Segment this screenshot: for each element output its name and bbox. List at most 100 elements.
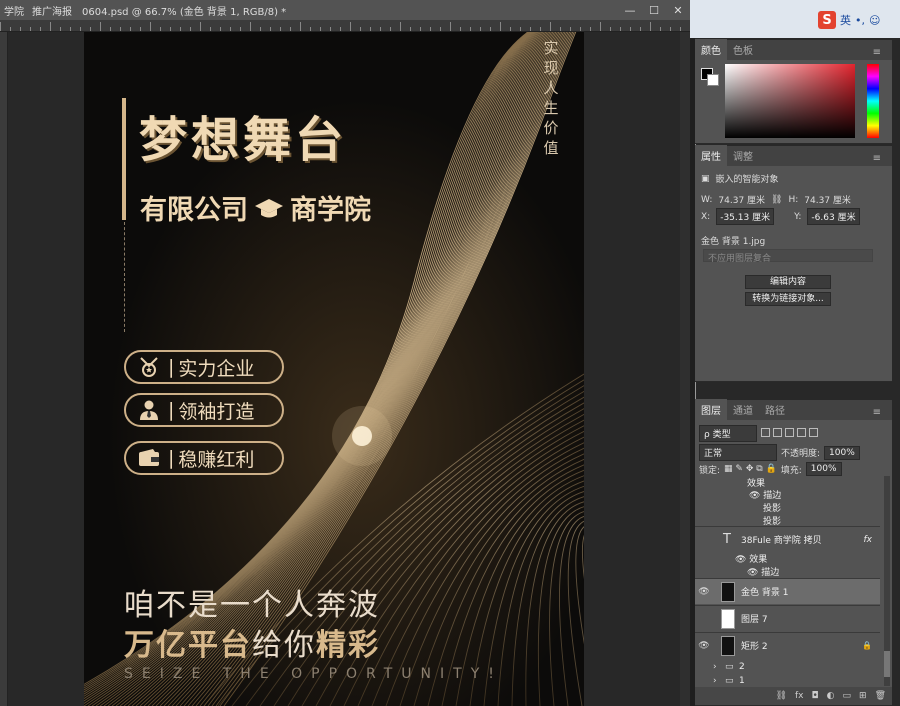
close-button[interactable]: ✕ <box>666 0 690 20</box>
mask-icon[interactable]: ◘ <box>812 691 819 701</box>
layer-effects-row[interactable]: 👁 效果 <box>695 552 880 565</box>
lock-row: 锁定: ▦ ✎ ✥ ⧉ 🔒 填充: 100% <box>699 462 842 476</box>
ime-punct[interactable]: •, <box>855 14 865 27</box>
color-field[interactable] <box>725 64 855 138</box>
convert-linked-button[interactable]: 转换为链接对象... <box>745 292 831 306</box>
layer-gold-background[interactable]: 👁 金色 背景 1 <box>695 578 880 604</box>
text-filter-icon[interactable] <box>785 427 794 437</box>
fx-icon[interactable]: fx <box>795 691 804 701</box>
layer-thumbnail <box>721 608 735 629</box>
document-title[interactable]: 0604.psd @ 66.7% (金色 背景 1, RGB/8) * <box>76 3 292 18</box>
poster-canvas[interactable]: RAMV 实现人生价值 梦想舞台 有限公司 商学院 | 实力企业 <box>84 32 584 706</box>
w-field[interactable]: 74.37 厘米 <box>718 193 765 206</box>
slogan-line-2: 万亿平台给你精彩 <box>124 620 380 664</box>
document-tab-bar: 学院 推广海报 0604.psd @ 66.7% (金色 背景 1, RGB/8… <box>0 0 690 20</box>
adjustment-icon[interactable]: ◐ <box>827 691 835 701</box>
lock-icons[interactable]: ▦ ✎ ✥ ⧉ 🔒 <box>724 464 777 474</box>
tab-paths[interactable]: 路径 <box>759 399 791 420</box>
group-icon[interactable]: ▭ <box>843 691 852 701</box>
horizontal-ruler[interactable] <box>0 20 690 32</box>
company-text: 有限公司 <box>140 195 248 226</box>
eye-icon[interactable]: 👁 <box>747 568 761 578</box>
crumb-promo[interactable]: 推广海报 <box>28 3 76 18</box>
folder-icon: ▭ <box>725 662 734 672</box>
chevron-right-icon[interactable]: › <box>713 662 725 672</box>
y-field[interactable]: -6.63 厘米 <box>807 208 860 225</box>
poster-title: 梦想舞台 <box>139 112 348 168</box>
layers-scroll-thumb[interactable] <box>884 651 890 677</box>
pixel-filter-icon[interactable] <box>761 427 770 437</box>
emoji-icon[interactable]: ☺ <box>869 14 880 27</box>
eye-icon[interactable]: 👁 <box>749 491 763 501</box>
tab-layers[interactable]: 图层 <box>695 399 727 420</box>
tab-adjustments[interactable]: 调整 <box>727 145 759 166</box>
opacity-field[interactable]: 100% <box>824 445 860 460</box>
slogan-gold-b: 精彩 <box>316 628 380 663</box>
layer-stroke-row[interactable]: 👁 描边 <box>695 565 880 578</box>
layer-rect-2[interactable]: 👁 矩形 2 🔒 <box>695 632 880 658</box>
slogan-gold-a: 万亿平台 <box>124 628 252 663</box>
file-name-row: 金色 背景 1.jpg <box>701 234 765 247</box>
panel-menu-icon[interactable]: ≡ <box>867 44 887 61</box>
pill-leader: | 领袖打造 <box>124 393 284 427</box>
layer-thumbnail <box>721 581 735 602</box>
ime-toolbar[interactable]: S 英 •, ☺ <box>818 10 900 30</box>
x-field[interactable]: -35.13 厘米 <box>716 208 775 225</box>
fx-icon[interactable]: fx <box>864 535 873 545</box>
tab-color[interactable]: 颜色 <box>695 39 727 60</box>
position-row: X: -35.13 厘米 Y: -6.63 厘米 <box>701 208 860 225</box>
chevron-right-icon[interactable]: › <box>713 676 725 686</box>
panel-menu-icon[interactable]: ≡ <box>867 150 887 167</box>
tab-channels[interactable]: 通道 <box>727 399 759 420</box>
layer-text-copy[interactable]: T 38Fule 商学院 拷贝 fx <box>695 526 880 552</box>
layer-stroke-row[interactable]: 👁 描边 <box>695 488 880 501</box>
fill-field[interactable]: 100% <box>805 462 842 476</box>
maximize-button[interactable]: ☐ <box>642 0 666 20</box>
minimize-button[interactable]: — <box>618 0 642 20</box>
poster-subtitle: 有限公司 商学院 <box>140 188 371 227</box>
fill-label: 填充: <box>780 465 802 476</box>
layer-7[interactable]: 图层 7 <box>695 605 880 631</box>
tab-swatches[interactable]: 色板 <box>727 39 759 60</box>
eye-icon[interactable]: 👁 <box>735 555 749 565</box>
adjust-filter-icon[interactable] <box>773 427 782 437</box>
link-icon[interactable]: ⛓ <box>771 195 782 205</box>
blend-mode-select[interactable]: 正常 <box>699 444 777 461</box>
h-field[interactable]: 74.37 厘米 <box>804 193 851 206</box>
filter-icons <box>761 427 821 440</box>
slogan-line-1: 咱不是一个人奔波 <box>124 588 380 623</box>
filter-kind-select[interactable]: ρ 类型 <box>699 425 757 442</box>
hue-slider[interactable] <box>867 64 879 138</box>
properties-panel: 属性 调整 ≡ ▣ 嵌入的智能对象 W: 74.37 厘米 ⛓ H: 74.37… <box>695 145 892 382</box>
layer-thumbnail <box>721 635 735 656</box>
eye-icon[interactable]: 👁 <box>695 587 713 597</box>
layer-shadow-row[interactable]: 投影 <box>695 501 880 514</box>
background-color[interactable] <box>707 74 719 86</box>
color-panel: 颜色 色板 ≡ <box>695 39 892 144</box>
canvas-area[interactable]: RAMV 实现人生价值 梦想舞台 有限公司 商学院 | 实力企业 <box>9 32 680 706</box>
smart-filter-icon[interactable] <box>809 427 818 437</box>
canvas-scrollbar[interactable] <box>680 32 696 706</box>
crumb-academy[interactable]: 学院 <box>0 3 28 18</box>
medal-icon <box>136 355 162 379</box>
edit-contents-button[interactable]: 编辑内容 <box>745 275 831 289</box>
sogou-logo-icon[interactable]: S <box>818 11 836 29</box>
vertical-ruler[interactable] <box>0 32 8 706</box>
layer-comp-select[interactable]: 不应用图层复合 <box>703 249 873 264</box>
smart-object-label: 嵌入的智能对象 <box>715 175 779 185</box>
trash-icon[interactable]: 🗑 <box>875 691 886 701</box>
shape-filter-icon[interactable] <box>797 427 806 437</box>
group-1[interactable]: › ▭ 1 <box>695 675 880 687</box>
leader-icon <box>136 398 162 422</box>
new-layer-icon[interactable]: ⊞ <box>859 691 867 701</box>
layers-panel: 图层 通道 路径 ≡ ρ 类型 正常 不透明度: 100% 锁定: ▦ ✎ ✥ … <box>695 399 892 706</box>
link-icon[interactable]: ⛓ <box>776 691 787 701</box>
eye-icon[interactable]: 👁 <box>695 641 713 651</box>
tab-properties[interactable]: 属性 <box>695 145 727 166</box>
blend-row: 正常 不透明度: 100% <box>699 444 860 461</box>
panel-menu-icon[interactable]: ≡ <box>867 404 887 421</box>
group-2[interactable]: › ▭ 2 <box>695 659 880 675</box>
ime-language[interactable]: 英 <box>840 12 851 28</box>
pill-separator: | <box>168 399 175 421</box>
layers-scrollbar[interactable] <box>884 476 890 686</box>
